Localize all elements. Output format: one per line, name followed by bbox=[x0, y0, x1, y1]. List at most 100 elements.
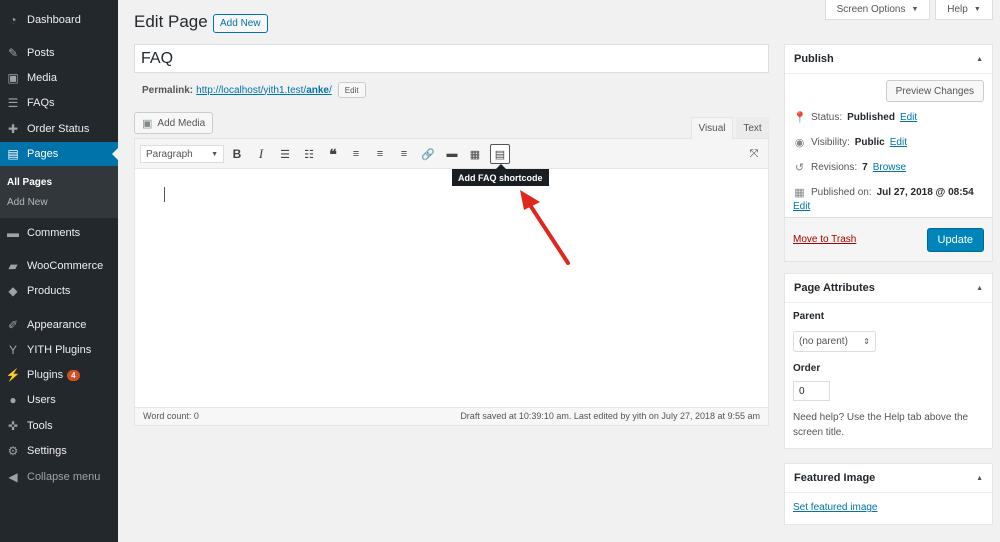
update-count-badge: 4 bbox=[67, 369, 80, 381]
page-title: Edit Page bbox=[134, 12, 208, 31]
revisions-value: 7 bbox=[862, 162, 868, 173]
list-icon: ☰ bbox=[7, 96, 19, 110]
sidebar-item-label: Products bbox=[27, 285, 71, 297]
tab-visual[interactable]: Visual bbox=[691, 117, 733, 139]
sidebar-item-appearance[interactable]: ✐ Appearance bbox=[0, 313, 118, 337]
visibility-row: ◉ Visibility: Public Edit bbox=[793, 136, 907, 149]
calendar-icon: ▦ bbox=[794, 187, 805, 199]
update-button[interactable]: Update bbox=[926, 228, 984, 252]
caret-down-icon: ▼ bbox=[973, 6, 981, 13]
sidebar-item-label: Settings bbox=[27, 445, 67, 457]
sidebar-item-label: Collapse menu bbox=[27, 471, 101, 483]
sidebar-item-dashboard[interactable]: ◔ Dashboard bbox=[0, 8, 118, 32]
sidebar-item-users[interactable]: ● Users bbox=[0, 388, 118, 412]
edit-date-link[interactable]: Edit bbox=[793, 201, 810, 212]
plugin-icon: ⚡ bbox=[5, 368, 21, 382]
pages-submenu: All Pages Add New bbox=[0, 166, 118, 218]
sidebar-item-pages[interactable]: ▤ Pages bbox=[0, 142, 118, 166]
add-media-button[interactable]: ▣ Add Media bbox=[134, 112, 214, 134]
bold-button[interactable]: B bbox=[228, 145, 246, 163]
publish-panel-header: Publish ▲ bbox=[785, 45, 992, 74]
preview-changes-button[interactable]: Preview Changes bbox=[885, 80, 984, 102]
align-left-icon[interactable]: ≡ bbox=[347, 145, 365, 163]
published-label: Published on: bbox=[811, 187, 872, 198]
set-featured-image-link[interactable]: Set featured image bbox=[793, 502, 878, 513]
brush-icon: ✐ bbox=[7, 318, 19, 332]
permalink-base: http://localhost/yith1.test/ bbox=[196, 84, 307, 96]
parent-label: Parent bbox=[793, 311, 825, 322]
submenu-all-pages[interactable]: All Pages bbox=[7, 177, 52, 188]
sidebar-item-label: Plugins bbox=[27, 369, 64, 381]
align-right-icon[interactable]: ≡ bbox=[395, 145, 413, 163]
status-value: Published bbox=[847, 112, 895, 123]
parent-select[interactable]: (no parent) ⇕ bbox=[793, 331, 876, 352]
numbered-list-icon[interactable]: ☷ bbox=[300, 145, 318, 163]
sidebar-item-settings[interactable]: ⚙ Settings bbox=[0, 439, 118, 463]
blockquote-icon[interactable]: ❝ bbox=[324, 145, 342, 163]
sidebar-item-tools[interactable]: ✜ Tools bbox=[0, 414, 118, 438]
add-faq-shortcode-button[interactable]: ▤ bbox=[490, 144, 510, 164]
bullet-list-icon[interactable]: ☰ bbox=[276, 145, 294, 163]
featured-image-panel: Featured Image ▲ Set featured image bbox=[784, 463, 993, 525]
published-value: Jul 27, 2018 @ 08:54 bbox=[876, 187, 974, 198]
screen-options-label: Screen Options bbox=[836, 4, 906, 15]
italic-button[interactable]: I bbox=[252, 145, 270, 163]
edit-permalink-button[interactable]: Edit bbox=[337, 82, 366, 98]
sidebar-item-label: Order Status bbox=[27, 123, 90, 135]
sidebar-item-label: Tools bbox=[27, 420, 53, 432]
sidebar-item-label: Media bbox=[27, 72, 57, 84]
collapse-menu-button[interactable]: ◀ Collapse menu bbox=[0, 465, 118, 489]
tools-icon: ✜ bbox=[7, 419, 19, 433]
read-more-icon[interactable]: ▬ bbox=[443, 145, 461, 163]
browse-revisions-link[interactable]: Browse bbox=[873, 162, 906, 173]
screen-options-tab[interactable]: Screen Options ▼ bbox=[825, 0, 930, 20]
box-icon: ◆ bbox=[8, 284, 18, 298]
collapse-toggle-icon[interactable]: ▲ bbox=[976, 285, 983, 292]
edit-visibility-link[interactable]: Edit bbox=[890, 137, 907, 148]
sidebar-item-products[interactable]: ◆ Products bbox=[0, 279, 118, 303]
featured-image-header: Featured Image ▲ bbox=[785, 464, 992, 493]
visibility-value: Public bbox=[854, 137, 885, 148]
sidebar-item-comments[interactable]: ▬ Comments bbox=[0, 221, 118, 245]
sidebar-item-posts[interactable]: ✎ Posts bbox=[0, 41, 118, 65]
sidebar-item-media[interactable]: ▣ Media bbox=[0, 66, 118, 90]
faq-shortcode-tooltip: Add FAQ shortcode bbox=[452, 164, 549, 186]
settings-icon: ⚙ bbox=[7, 444, 19, 458]
order-label: Order bbox=[793, 363, 821, 374]
faq-shortcode-icon: ▤ bbox=[494, 148, 506, 161]
sidebar-item-woocommerce[interactable]: ▰ WooCommerce bbox=[0, 254, 118, 278]
toolbar-toggle-icon[interactable]: ▦ bbox=[466, 145, 484, 163]
caret-down-icon: ▼ bbox=[211, 150, 218, 158]
order-input[interactable]: 0 bbox=[793, 381, 830, 401]
status-label: Status: bbox=[811, 112, 843, 123]
add-new-button[interactable]: Add New bbox=[213, 14, 268, 33]
sidebar-item-faqs[interactable]: ☰ FAQs bbox=[0, 91, 118, 115]
tab-text[interactable]: Text bbox=[736, 117, 769, 139]
sidebar-item-plugins[interactable]: ⚡ Plugins 4 bbox=[0, 363, 118, 387]
move-to-trash-link[interactable]: Move to Trash bbox=[793, 234, 856, 245]
edit-status-link[interactable]: Edit bbox=[900, 112, 917, 123]
pages-icon: ▤ bbox=[7, 147, 19, 161]
visibility-label: Visibility: bbox=[811, 137, 850, 148]
sidebar-item-label: Comments bbox=[27, 227, 81, 239]
select-arrows-icon: ⇕ bbox=[863, 337, 870, 346]
help-tab[interactable]: Help ▼ bbox=[935, 0, 993, 20]
word-count: Word count: 0 bbox=[143, 411, 199, 421]
post-title-input[interactable]: FAQ bbox=[134, 44, 769, 73]
pin-icon: 📍 bbox=[793, 112, 807, 124]
sidebar-item-order-status[interactable]: ✚ Order Status bbox=[0, 117, 118, 141]
link-icon[interactable]: 🔗 bbox=[419, 145, 437, 163]
align-center-icon[interactable]: ≡ bbox=[371, 145, 389, 163]
media-icon: ▣ bbox=[7, 71, 19, 85]
sidebar-item-label: Pages bbox=[27, 148, 59, 160]
sidebar-item-yith-plugins[interactable]: Y YITH Plugins bbox=[0, 338, 118, 362]
collapse-toggle-icon[interactable]: ▲ bbox=[976, 475, 983, 482]
fullscreen-icon[interactable]: ⤧ bbox=[745, 145, 763, 163]
help-text: Need help? Use the Help tab above the sc… bbox=[793, 412, 969, 438]
format-select[interactable]: Paragraph ▼ bbox=[140, 145, 224, 163]
collapse-toggle-icon[interactable]: ▲ bbox=[976, 56, 983, 63]
permalink-link[interactable]: http://localhost/yith1.test/anke/ bbox=[196, 85, 332, 96]
collapse-icon: ◀ bbox=[8, 470, 18, 484]
submenu-add-new[interactable]: Add New bbox=[7, 197, 48, 208]
format-value: Paragraph bbox=[146, 148, 193, 160]
